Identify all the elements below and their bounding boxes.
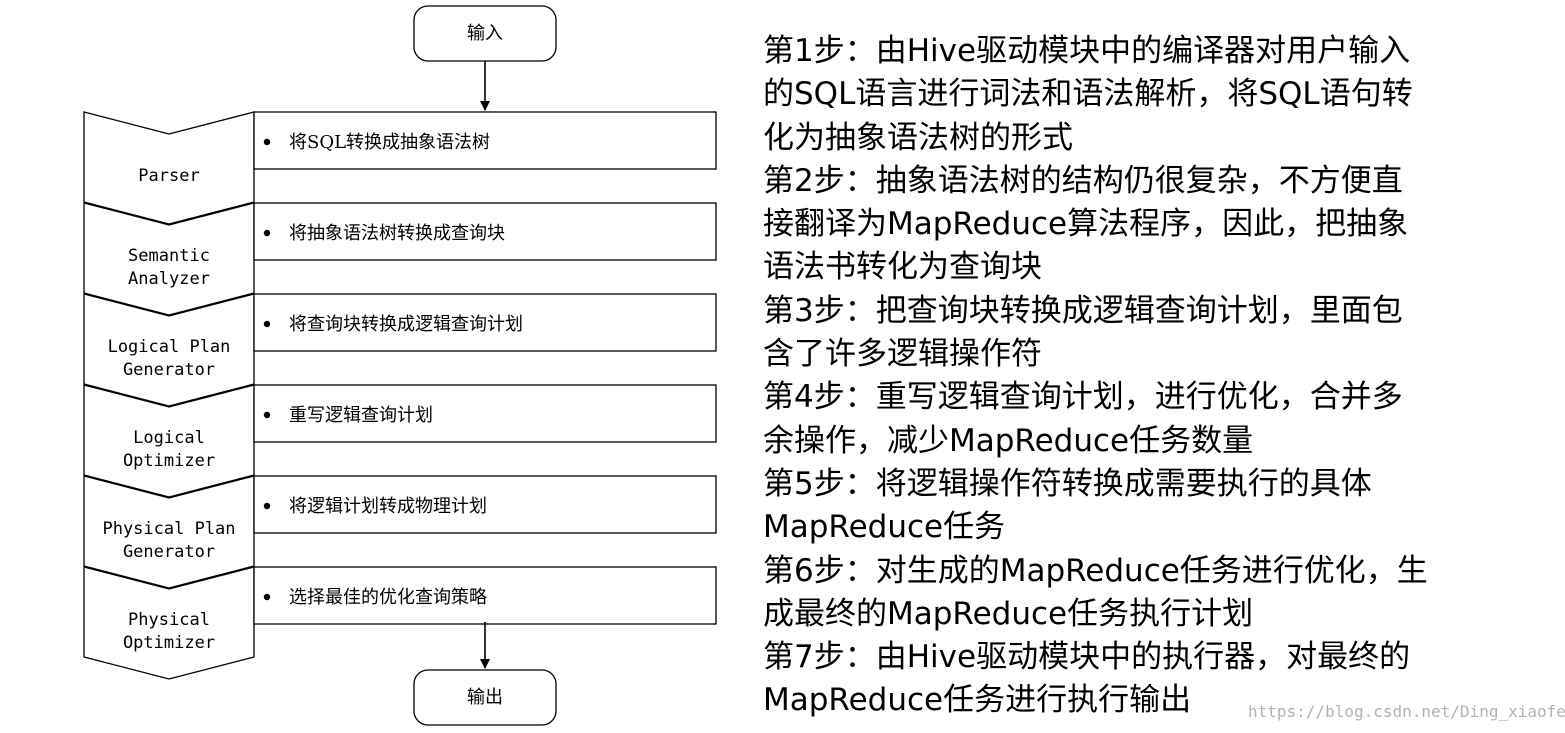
stage-description: 将逻辑计划转成物理计划 — [289, 496, 487, 517]
stage-description: 选择最佳的优化查询策略 — [289, 587, 487, 608]
step-text-line: 化为抽象语法树的形式 — [763, 119, 1073, 156]
watermark: https://blog.csdn.net/Ding_xiaofei — [1248, 702, 1565, 721]
step-text-line: MapReduce任务 — [763, 509, 1006, 546]
step-text-line: 接翻译为MapReduce算法程序，因此，把抽象 — [763, 206, 1409, 243]
stage-description: 重写逻辑查询计划 — [289, 405, 433, 426]
step-text-line: 第5步：将逻辑操作符转换成需要执行的具体 — [763, 465, 1372, 502]
output-label: 输出 — [467, 687, 503, 708]
bullet-icon — [263, 320, 271, 328]
input-label: 输入 — [467, 23, 503, 44]
stage-name: Logical Plan — [108, 337, 231, 357]
step-description-list: 第1步：由Hive驱动模块中的编译器对用户输入 的SQL语言进行词法和语法解析，将… — [763, 30, 1553, 723]
stage-name: Generator — [123, 542, 215, 562]
input-node: 输入 — [413, 5, 557, 62]
bullet-icon — [263, 411, 271, 419]
step-text-line: 余操作，减少MapReduce任务数量 — [763, 422, 1254, 459]
step-text-line: 第7步：由Hive驱动模块中的执行器，对最终的 — [763, 639, 1411, 676]
step-text-line: 的SQL语言进行词法和语法解析，将SQL语句转 — [763, 76, 1413, 113]
stage-description: 将SQL转换成抽象语法树 — [289, 132, 490, 153]
flowchart: 输入 将SQL转换成抽象语法树 Parser 将抽象语法树转换成查询块 Semanti… — [83, 5, 717, 726]
step-text-line: 第1步：由Hive驱动模块中的编译器对用户输入 — [763, 33, 1411, 69]
stage-name: Parser — [138, 166, 199, 186]
step-text-line: 语法书转化为查询块 — [763, 249, 1042, 286]
output-node: 输出 — [413, 669, 557, 726]
stage-description: 将查询块转换成逻辑查询计划 — [289, 314, 523, 335]
stage-name: Generator — [123, 360, 215, 380]
step-text-line: 第2步：抽象语法树的结构仍很复杂，不方便直 — [763, 162, 1403, 199]
step-text-line: 第3步：把查询块转换成逻辑查询计划，里面包 — [763, 292, 1403, 329]
stage-name: Analyzer — [128, 269, 210, 289]
stage-name: Optimizer — [123, 451, 215, 471]
step-text-line: 第4步：重写逻辑查询计划，进行优化，合并多 — [763, 379, 1403, 416]
bullet-icon — [263, 502, 271, 510]
step-text-line: 第6步：对生成的MapReduce任务进行优化，生 — [763, 552, 1428, 589]
stage-name: Logical — [133, 428, 205, 448]
stage-name: Optimizer — [123, 633, 215, 653]
bullet-icon — [263, 138, 271, 146]
bullet-icon — [263, 593, 271, 601]
stage-name: Semantic — [128, 246, 210, 266]
stage-description: 将抽象语法树转换成查询块 — [289, 223, 505, 244]
bullet-icon — [263, 229, 271, 237]
stage-name: Physical Plan — [102, 519, 235, 539]
step-text-line: 含了许多逻辑操作符 — [763, 336, 1042, 373]
stage-name: Physical — [128, 610, 210, 630]
step-text-line: 成最终的MapReduce任务执行计划 — [763, 595, 1254, 632]
